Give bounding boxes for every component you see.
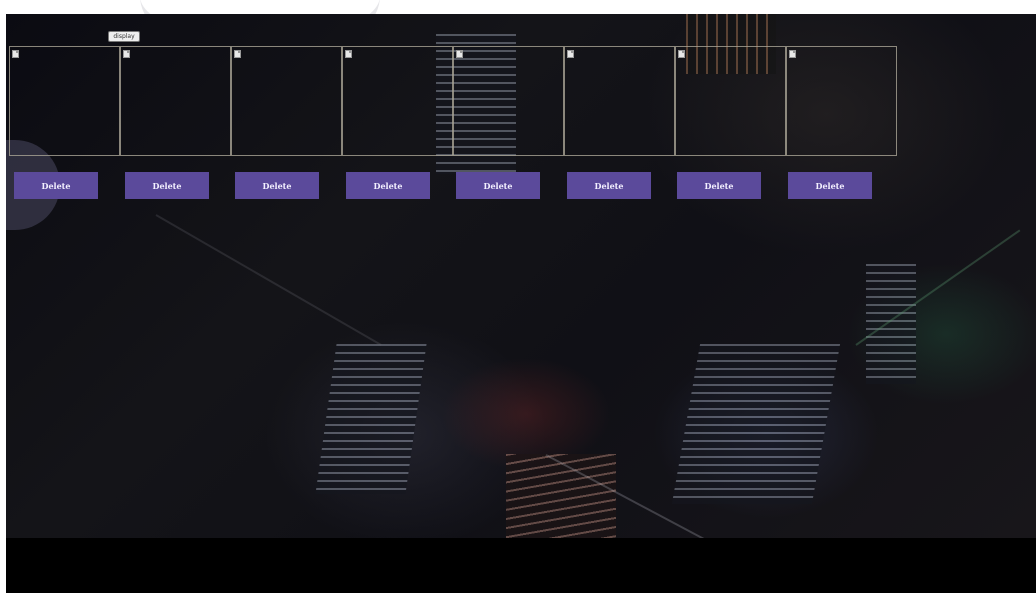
delete-button-1[interactable]: Delete bbox=[14, 172, 98, 199]
building bbox=[671, 344, 841, 504]
delete-button-7[interactable]: Delete bbox=[677, 172, 761, 199]
embedded-frame[interactable] bbox=[231, 46, 342, 156]
street bbox=[155, 214, 382, 346]
bottom-band bbox=[6, 538, 1036, 593]
delete-button-4[interactable]: Delete bbox=[346, 172, 430, 199]
display-button[interactable]: display bbox=[108, 31, 140, 42]
embedded-frame[interactable] bbox=[564, 46, 675, 156]
embedded-frame[interactable] bbox=[675, 46, 786, 156]
file-icon bbox=[234, 50, 241, 58]
file-icon bbox=[12, 50, 19, 58]
building bbox=[315, 344, 427, 494]
delete-button-5[interactable]: Delete bbox=[456, 172, 540, 199]
file-icon bbox=[789, 50, 796, 58]
embedded-frame[interactable] bbox=[342, 46, 453, 156]
left-margin bbox=[0, 14, 6, 593]
embedded-frame[interactable] bbox=[9, 46, 120, 156]
delete-button-8[interactable]: Delete bbox=[788, 172, 872, 199]
file-icon bbox=[345, 50, 352, 58]
embedded-frame[interactable] bbox=[453, 46, 564, 156]
file-icon bbox=[456, 50, 463, 58]
delete-button-6[interactable]: Delete bbox=[567, 172, 651, 199]
file-icon bbox=[678, 50, 685, 58]
embedded-frame[interactable] bbox=[120, 46, 231, 156]
file-icon bbox=[567, 50, 574, 58]
delete-button-2[interactable]: Delete bbox=[125, 172, 209, 199]
delete-button-3[interactable]: Delete bbox=[235, 172, 319, 199]
frame-row bbox=[9, 46, 897, 156]
building bbox=[506, 454, 616, 538]
building bbox=[866, 264, 916, 384]
embedded-frame[interactable] bbox=[786, 46, 897, 156]
file-icon bbox=[123, 50, 130, 58]
